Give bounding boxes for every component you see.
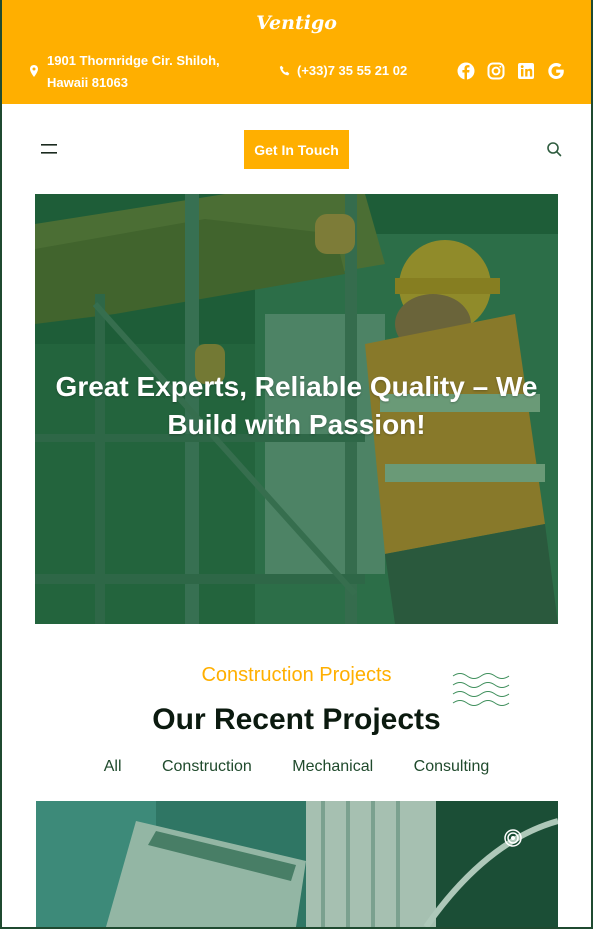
target-icon[interactable] [504, 829, 522, 847]
linkedin-icon[interactable] [517, 62, 535, 80]
hamburger-menu-icon[interactable] [39, 142, 59, 156]
section-title: Our Recent Projects [152, 703, 441, 736]
filter-construction[interactable]: Construction [162, 758, 252, 776]
page-frame: Ventigo 1901 Thornridge Cir. Shiloh, Haw… [2, 0, 591, 927]
instagram-icon[interactable] [487, 62, 505, 80]
map-pin-icon [30, 65, 38, 77]
hero-banner: Great Experts, Reliable Quality – We Bui… [35, 194, 558, 624]
hero-headline: Great Experts, Reliable Quality – We Bui… [55, 371, 538, 440]
filter-consulting[interactable]: Consulting [414, 758, 490, 776]
facebook-icon[interactable] [457, 62, 475, 80]
phone-icon [279, 65, 290, 76]
filter-mechanical[interactable]: Mechanical [292, 758, 373, 776]
get-in-touch-button[interactable]: Get In Touch [244, 130, 349, 169]
project-building-image [36, 801, 558, 927]
site-logo[interactable]: Ventigo [2, 12, 591, 34]
contact-phone[interactable]: (+33)7 35 55 21 02 [297, 63, 407, 78]
project-card-image[interactable] [36, 801, 558, 927]
top-bar: Ventigo 1901 Thornridge Cir. Shiloh, Haw… [2, 0, 591, 104]
project-filter-tabs: All Construction Mechanical Consulting [2, 758, 591, 776]
google-icon[interactable] [547, 62, 565, 80]
filter-all[interactable]: All [104, 758, 122, 776]
search-icon[interactable] [546, 141, 562, 157]
contact-address: 1901 Thornridge Cir. Shiloh, Hawaii 8106… [47, 53, 220, 90]
